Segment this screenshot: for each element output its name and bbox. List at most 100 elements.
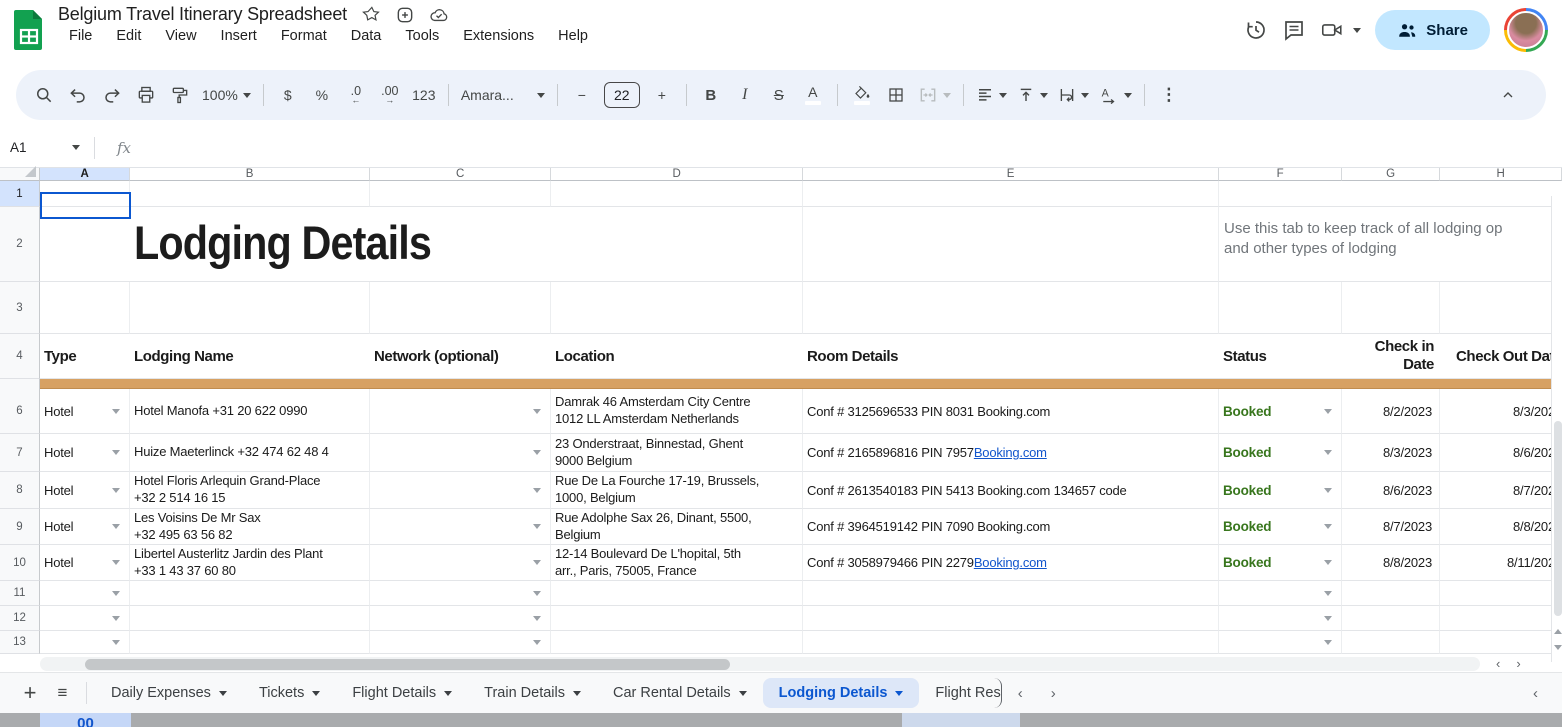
cell-network[interactable]	[370, 472, 551, 509]
menu-format[interactable]: Format	[270, 26, 338, 46]
header-location[interactable]: Location	[551, 334, 803, 379]
cell-location[interactable]: 23 Onderstraat, Binnestad, Ghent 9000 Be…	[551, 434, 803, 472]
decrease-font-size-button[interactable]: −	[566, 79, 598, 111]
menu-extensions[interactable]: Extensions	[452, 26, 545, 46]
cell[interactable]	[130, 181, 370, 207]
header-network[interactable]: Network (optional)	[370, 334, 551, 379]
vertical-scrollbar[interactable]	[1551, 196, 1562, 662]
horizontal-scrollbar-thumb[interactable]	[85, 659, 730, 670]
scroll-down-icon[interactable]	[1554, 645, 1562, 650]
cell-type[interactable]	[40, 606, 130, 631]
cell-check-in[interactable]: 8/6/2023	[1342, 472, 1440, 509]
redo-icon[interactable]	[96, 79, 128, 111]
cell[interactable]	[551, 282, 803, 334]
formula-input[interactable]	[131, 128, 1562, 167]
sheets-logo-icon[interactable]	[12, 8, 46, 52]
format-percent-button[interactable]: %	[306, 79, 338, 111]
menu-insert[interactable]: Insert	[210, 26, 268, 46]
dropdown-icon[interactable]	[1324, 591, 1332, 596]
cell-check-out[interactable]: 8/8/202	[1440, 509, 1562, 545]
cell-type[interactable]: Hotel	[40, 389, 130, 434]
tab-flight-res[interactable]: Flight Res	[919, 678, 1001, 708]
paint-format-icon[interactable]	[164, 79, 196, 111]
cell[interactable]	[1440, 631, 1562, 654]
share-button[interactable]: Share	[1375, 10, 1490, 50]
all-sheets-button[interactable]: ≡	[46, 683, 78, 703]
cell-check-out[interactable]: 8/6/202	[1440, 434, 1562, 472]
cell[interactable]	[370, 282, 551, 334]
undo-icon[interactable]	[62, 79, 94, 111]
menu-edit[interactable]: Edit	[105, 26, 152, 46]
font-select[interactable]: Amara...	[457, 79, 549, 111]
menu-help[interactable]: Help	[547, 26, 599, 46]
chevron-down-icon[interactable]	[444, 691, 452, 696]
cell-lodging-name[interactable]: Libertel Austerlitz Jardin des Plant +33…	[130, 545, 370, 581]
row-header-2[interactable]: 2	[0, 207, 40, 282]
cell-location[interactable]: Damrak 46 Amsterdam City Centre 1012 LL …	[551, 389, 803, 434]
column-header-f[interactable]: F	[1219, 168, 1342, 181]
dropdown-icon[interactable]	[533, 591, 541, 596]
cell-room-details[interactable]: Conf # 2165896816 PIN 7957 Booking.com	[803, 434, 1219, 472]
document-title[interactable]: Belgium Travel Itinerary Spreadsheet	[58, 4, 347, 25]
dropdown-icon[interactable]	[1324, 488, 1332, 493]
scroll-up-icon[interactable]	[1554, 629, 1562, 634]
cell[interactable]	[1342, 606, 1440, 631]
dropdown-icon[interactable]	[112, 560, 120, 565]
header-check-out[interactable]: Check Out Dat	[1440, 334, 1562, 379]
cell-check-in[interactable]: 8/7/2023	[1342, 509, 1440, 545]
header-type[interactable]: Type	[40, 334, 130, 379]
star-icon[interactable]	[361, 5, 381, 25]
cell-location[interactable]: 12-14 Boulevard De L'hopital, 5th arr., …	[551, 545, 803, 581]
cell-network[interactable]	[370, 631, 551, 654]
cell[interactable]	[1219, 181, 1342, 207]
text-rotation-button[interactable]: A	[1095, 79, 1136, 111]
cell-network[interactable]	[370, 581, 551, 606]
cell-check-in[interactable]: 8/2/2023	[1342, 389, 1440, 434]
row-header-5[interactable]	[0, 379, 40, 389]
header-lodging-name[interactable]: Lodging Name	[130, 334, 370, 379]
cell[interactable]	[803, 181, 1219, 207]
dropdown-icon[interactable]	[1324, 640, 1332, 645]
menu-tools[interactable]: Tools	[394, 26, 450, 46]
cell-network[interactable]	[370, 389, 551, 434]
increase-font-size-button[interactable]: +	[646, 79, 678, 111]
scroll-right-icon[interactable]: ›	[1516, 656, 1520, 671]
cell-status[interactable]: Booked	[1219, 389, 1342, 434]
chevron-down-icon[interactable]	[739, 691, 747, 696]
cell-check-out[interactable]: 8/11/202	[1440, 545, 1562, 581]
format-currency-button[interactable]: $	[272, 79, 304, 111]
dropdown-icon[interactable]	[112, 616, 120, 621]
cell-network[interactable]	[370, 606, 551, 631]
cloud-saved-icon[interactable]	[429, 5, 449, 25]
cell[interactable]	[1440, 606, 1562, 631]
cell[interactable]	[551, 181, 803, 207]
chevron-down-icon[interactable]	[895, 691, 903, 696]
booking-link[interactable]: Booking.com	[974, 445, 1047, 460]
cell-check-in[interactable]: 8/3/2023	[1342, 434, 1440, 472]
cell-type[interactable]	[40, 631, 130, 654]
add-sheet-button[interactable]: +	[14, 680, 46, 706]
version-history-icon[interactable]	[1244, 18, 1268, 42]
cell-check-out[interactable]: 8/3/202	[1440, 389, 1562, 434]
cell-type[interactable]: Hotel	[40, 545, 130, 581]
tab-tickets[interactable]: Tickets	[243, 678, 336, 708]
cell[interactable]	[1342, 282, 1440, 334]
cell-sheet-title[interactable]: Lodging Details	[130, 207, 370, 282]
cell-status[interactable]: Booked	[1219, 509, 1342, 545]
cell[interactable]	[551, 606, 803, 631]
row-header-1[interactable]: 1	[0, 181, 40, 207]
cell-room-details[interactable]: Conf # 2613540183 PIN 5413 Booking.com 1…	[803, 472, 1219, 509]
dropdown-icon[interactable]	[533, 524, 541, 529]
move-to-drive-icon[interactable]	[395, 5, 415, 25]
dropdown-icon[interactable]	[1324, 409, 1332, 414]
column-header-e[interactable]: E	[803, 168, 1219, 181]
vertical-align-button[interactable]	[1013, 79, 1052, 111]
collapse-toolbar-icon[interactable]	[1492, 79, 1524, 111]
cell-type[interactable]: Hotel	[40, 509, 130, 545]
cell[interactable]	[130, 631, 370, 654]
cell[interactable]	[1440, 581, 1562, 606]
dropdown-icon[interactable]	[112, 488, 120, 493]
account-avatar[interactable]	[1504, 8, 1548, 52]
cell-type[interactable]: Hotel	[40, 472, 130, 509]
tab-car-rental-details[interactable]: Car Rental Details	[597, 678, 763, 708]
